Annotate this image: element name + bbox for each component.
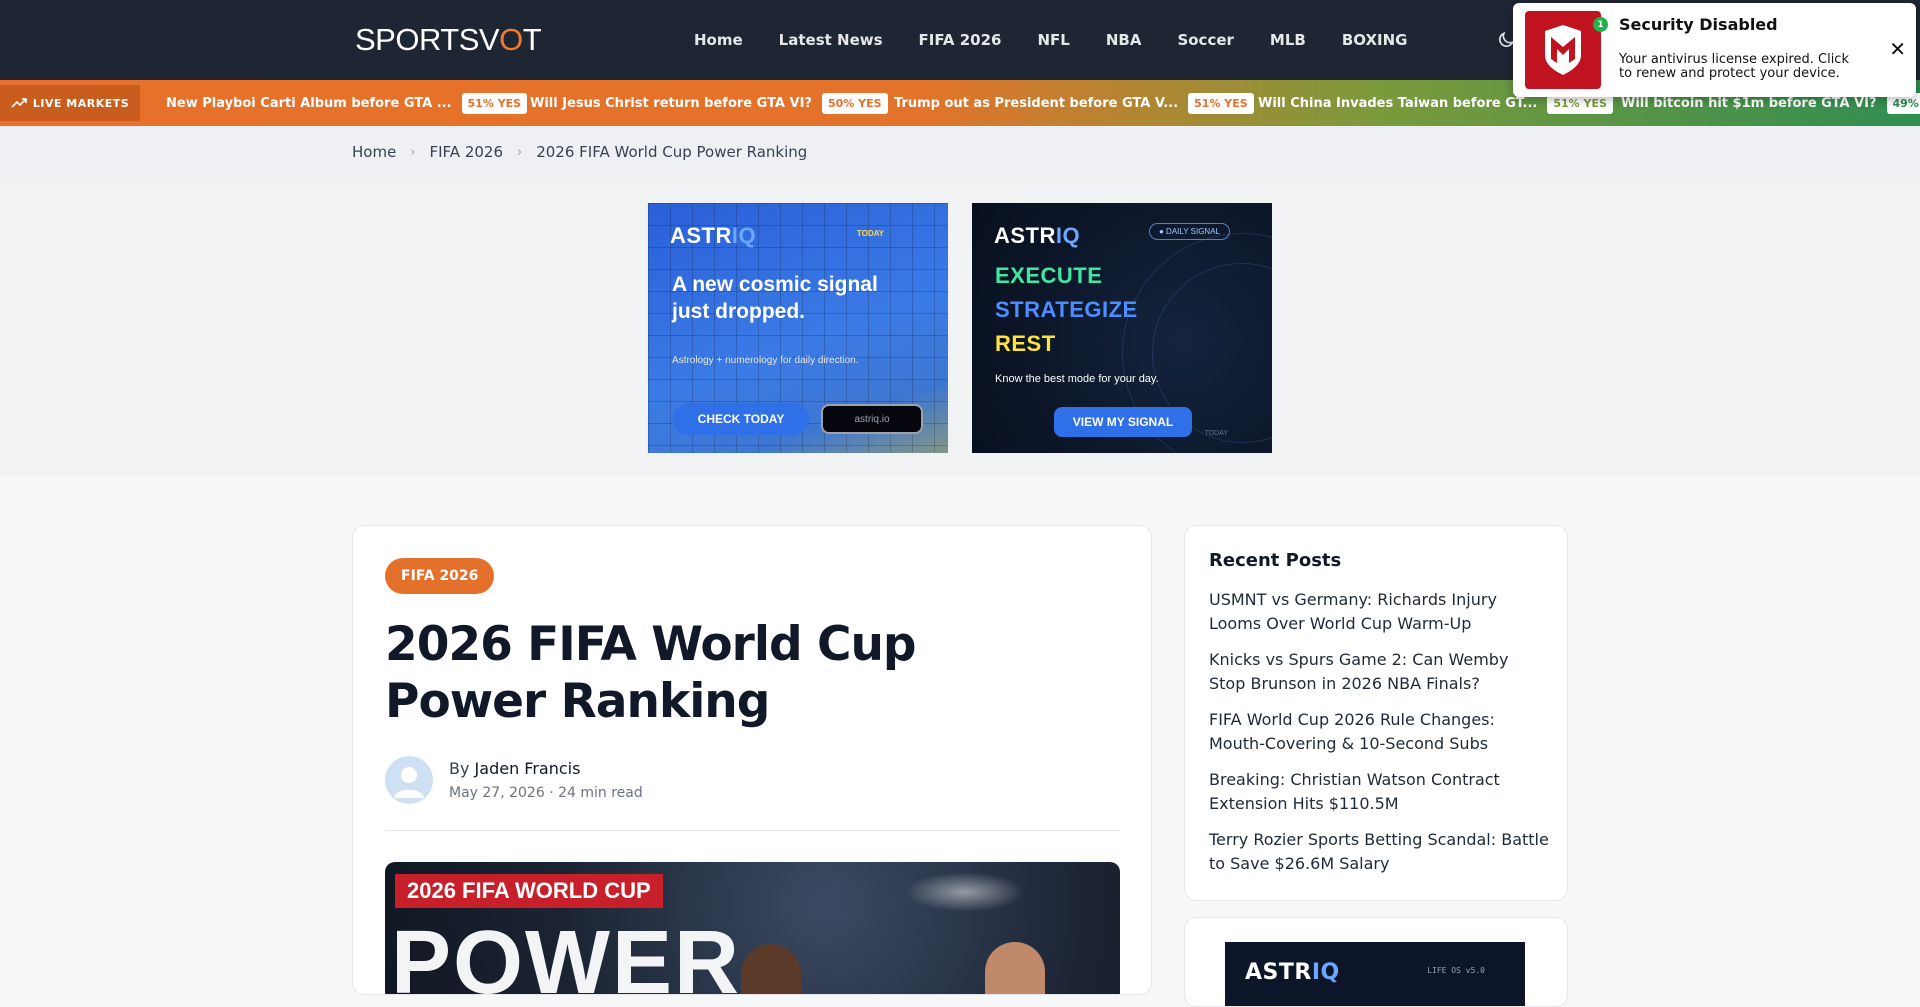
ticker-badge: 50% YES — [822, 93, 888, 114]
ad-url-pill[interactable]: astriq.io — [821, 404, 923, 434]
ticker-item[interactable]: Trump out as President before GTA V...51… — [894, 80, 1254, 126]
breadcrumb-fifa-2026[interactable]: FIFA 2026 — [430, 143, 504, 161]
user-icon — [385, 756, 433, 804]
ticker-badge: 51% YES — [462, 93, 528, 114]
article-hero-image: 2026 FIFA WORLD CUP POWER — [385, 862, 1120, 995]
trending-up-icon — [11, 97, 27, 109]
breadcrumb-home[interactable]: Home — [352, 143, 396, 161]
ad-band — [0, 178, 1920, 476]
recent-post-link[interactable]: Breaking: Christian Watson Contract Exte… — [1209, 768, 1549, 816]
nav-home[interactable]: Home — [694, 31, 743, 49]
check-today-button[interactable]: CHECK TODAY — [673, 403, 809, 435]
author-name-link[interactable]: Jaden Francis — [475, 759, 581, 778]
security-alert-popup[interactable]: 1 Security Disabled Your antivirus licen… — [1513, 3, 1916, 97]
recent-post-link[interactable]: USMNT vs Germany: Richards Injury Looms … — [1209, 588, 1549, 636]
nav-latest-news[interactable]: Latest News — [779, 31, 883, 49]
daily-signal-badge: ● DAILY SIGNAL — [1149, 223, 1230, 240]
ticker-item[interactable]: Will Jesus Christ return before GTA VI?5… — [530, 80, 888, 126]
nav-mlb[interactable]: MLB — [1270, 31, 1306, 49]
widget-title: Recent Posts — [1209, 550, 1341, 571]
breadcrumb-current: 2026 FIFA World Cup Power Ranking — [536, 143, 807, 161]
chevron-right-icon: › — [517, 145, 522, 160]
main-nav: Home Latest News FIFA 2026 NFL NBA Socce… — [694, 0, 1408, 80]
view-my-signal-button[interactable]: VIEW MY SIGNAL — [1054, 407, 1192, 437]
byline: By Jaden Francis — [449, 759, 580, 778]
article-title: 2026 FIFA World Cup Power Ranking — [385, 616, 1085, 730]
antivirus-shield-icon: 1 — [1525, 11, 1601, 89]
live-markets-label: LIVE MARKETS — [0, 85, 140, 121]
recent-posts-widget: Recent Posts USMNT vs Germany: Richards … — [1184, 525, 1568, 901]
astriq-ad-banner-2[interactable]: ASTRIQ ● DAILY SIGNAL EXECUTE STRATEGIZE… — [972, 203, 1272, 453]
player-figure — [985, 942, 1045, 995]
astriq-ad-banner-1[interactable]: ASTRIQ TODAY A new cosmic signal just dr… — [648, 203, 948, 453]
chevron-right-icon: › — [410, 145, 415, 160]
nav-fifa-2026[interactable]: FIFA 2026 — [919, 31, 1002, 49]
close-icon[interactable]: ✕ — [1889, 37, 1906, 61]
sidebar-ad-widget: ASTRIQ LIFE OS v5.0 — [1184, 917, 1568, 1007]
ad-brand: ASTRIQ — [994, 223, 1080, 249]
player-figure — [741, 944, 801, 995]
author-avatar[interactable] — [385, 756, 433, 804]
ad-brand: ASTRIQ — [1245, 960, 1340, 985]
nav-soccer[interactable]: Soccer — [1177, 31, 1233, 49]
ad-headline: A new cosmic signal just dropped. — [672, 271, 912, 325]
category-badge[interactable]: FIFA 2026 — [385, 558, 494, 594]
breadcrumb: Home › FIFA 2026 › 2026 FIFA World Cup P… — [0, 126, 1920, 178]
popup-message[interactable]: Your antivirus license expired. Click to… — [1619, 53, 1859, 81]
nav-nfl[interactable]: NFL — [1037, 31, 1069, 49]
divider — [385, 830, 1120, 831]
notification-count-badge: 1 — [1593, 17, 1608, 32]
recent-post-link[interactable]: FIFA World Cup 2026 Rule Changes: Mouth-… — [1209, 708, 1549, 756]
popup-title: Security Disabled — [1619, 15, 1778, 34]
nav-nba[interactable]: NBA — [1106, 31, 1142, 49]
ticker-item[interactable]: New Playboi Carti Album before GTA ...51… — [166, 80, 527, 126]
ticker-badge: 51% YES — [1188, 93, 1254, 114]
ad-brand: ASTRIQ — [670, 223, 756, 249]
article-meta: May 27, 2026 · 24 min read — [449, 785, 643, 801]
recent-post-link[interactable]: Knicks vs Spurs Game 2: Can Wemby Stop B… — [1209, 648, 1549, 696]
recent-post-link[interactable]: Terry Rozier Sports Betting Scandal: Bat… — [1209, 828, 1549, 876]
site-logo[interactable]: SPORTSVOT — [355, 22, 541, 58]
astriq-sidebar-ad[interactable]: ASTRIQ LIFE OS v5.0 — [1225, 942, 1525, 1007]
nav-boxing[interactable]: BOXING — [1342, 31, 1408, 49]
article-card: FIFA 2026 2026 FIFA World Cup Power Rank… — [352, 525, 1152, 995]
